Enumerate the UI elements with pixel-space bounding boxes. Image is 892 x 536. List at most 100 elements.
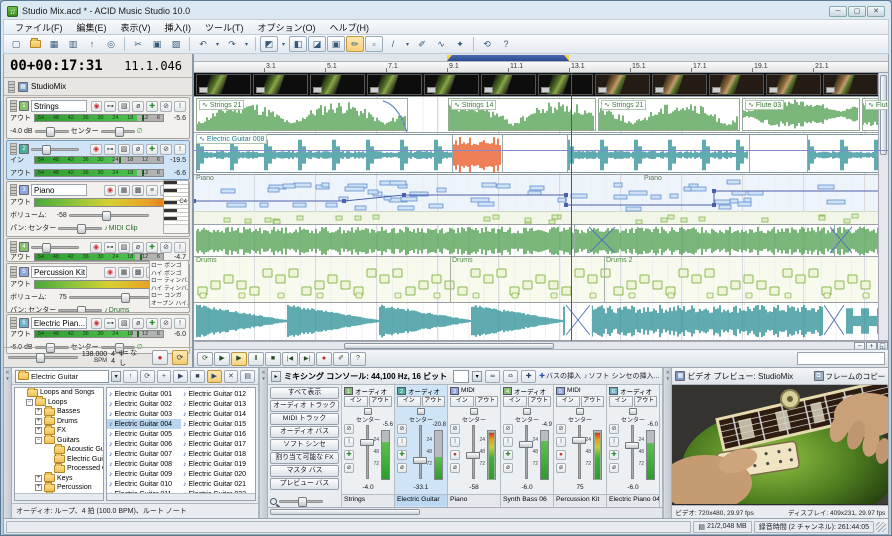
tree-scrollbar[interactable]: [15, 493, 103, 500]
views-button[interactable]: ▤: [240, 370, 255, 383]
pan-thumb[interactable]: [364, 408, 372, 415]
record-arm-icon[interactable]: ◉: [104, 185, 116, 196]
phase-icon[interactable]: ø: [609, 463, 619, 473]
scrub-tool-icon[interactable]: ✐: [333, 352, 349, 366]
vertical-scrollbar[interactable]: [878, 73, 888, 340]
solo-icon[interactable]: !: [344, 437, 354, 447]
file-item[interactable]: ♪Electric Guitar 008: [107, 459, 181, 469]
track-grip-icon[interactable]: [10, 317, 17, 329]
dock-strip[interactable]: ✕▾: [4, 368, 12, 518]
track-fader[interactable]: [31, 246, 79, 249]
tree-item[interactable]: +Drums: [15, 417, 103, 427]
interactive-tutorials-icon[interactable]: ⟲: [478, 36, 496, 52]
line-tool-icon[interactable]: /: [384, 36, 402, 52]
stop-preview-button[interactable]: ■: [190, 370, 205, 383]
expand-icon[interactable]: +: [35, 475, 42, 482]
dim-output-icon[interactable]: ≏: [503, 370, 518, 383]
time-display[interactable]: 00+00:17:31 11.1.046: [4, 54, 192, 78]
slider-thumb[interactable]: [102, 211, 111, 221]
record-arm-icon[interactable]: ◉: [91, 318, 103, 329]
input-device-icon[interactable]: ⊶: [104, 144, 116, 155]
time-ruler[interactable]: 3.15.17.19.111.113.115.117.119.121.1: [194, 62, 888, 73]
redo-icon[interactable]: ↷: [223, 36, 241, 52]
solo-icon[interactable]: !: [174, 101, 186, 112]
mute-icon[interactable]: ⊘: [160, 144, 172, 155]
track-grip-icon[interactable]: [10, 184, 17, 196]
mute-icon[interactable]: ⊘: [609, 424, 619, 434]
audio-clip[interactable]: ∿Strings 21: [598, 98, 740, 131]
file-item[interactable]: ♪Electric Guitar 012: [181, 389, 255, 399]
event-list-icon[interactable]: ≡: [146, 185, 158, 196]
dock-strip[interactable]: ✕▾: [260, 368, 268, 518]
copy-frame-button[interactable]: ⧉ フレームのコピー: [814, 371, 886, 382]
fx-send-icon[interactable]: ✚: [344, 450, 354, 460]
close-button[interactable]: ✕: [867, 6, 885, 17]
start-preview-button[interactable]: ▶: [173, 370, 188, 383]
audio-clip[interactable]: [196, 134, 882, 173]
up-folder-button[interactable]: ↑: [123, 370, 138, 383]
mixer-scrollbar[interactable]: [268, 507, 662, 518]
mixer-strip-6[interactable]: 6オーディオインアウトセンター⊘!✚ø244872-6.0-6.0Electri…: [607, 385, 660, 507]
combobox-dropdown-button[interactable]: ▾: [111, 371, 121, 382]
play-from-start-button[interactable]: ▶: [214, 352, 230, 366]
pan-thumb[interactable]: [417, 408, 425, 415]
phase-icon[interactable]: ø: [556, 463, 566, 473]
solo-icon[interactable]: !: [556, 437, 566, 447]
tree-item[interactable]: −Loops: [15, 398, 103, 408]
file-item[interactable]: ♪Electric Guitar 021: [181, 479, 255, 489]
selection-tool-icon[interactable]: ◩: [260, 36, 278, 52]
mixer-view-button-7[interactable]: プレビュー バス: [270, 478, 339, 490]
extract-audio-icon[interactable]: ◎: [102, 36, 120, 52]
input-device-icon[interactable]: ⊶: [104, 318, 116, 329]
play-button[interactable]: ▶: [231, 352, 247, 366]
envelope-tool-icon[interactable]: ◪: [308, 36, 326, 52]
track-header-2[interactable]: 2◉⊶▧ø✚⊘!イン54484236302418126-19.5アウト54484…: [6, 140, 190, 180]
menu-item-1[interactable]: 編集(E): [70, 21, 114, 34]
mute-icon[interactable]: ⊘: [160, 318, 172, 329]
menu-item-3[interactable]: 挿入(I): [158, 21, 199, 34]
pan-slider[interactable]: [101, 130, 135, 133]
file-item[interactable]: ♪Electric Guitar 007: [107, 449, 181, 459]
line-dropdown-icon[interactable]: ▾: [403, 36, 412, 52]
file-item[interactable]: ♪Electric Guitar 005: [107, 429, 181, 439]
track-name-field[interactable]: Electric Pian...: [31, 317, 87, 329]
slider-thumb[interactable]: [46, 127, 55, 137]
solo-icon[interactable]: !: [450, 437, 460, 447]
track-fx-icon[interactable]: ▧: [118, 144, 130, 155]
record-arm-icon[interactable]: ◉: [104, 267, 116, 278]
mixer-view-button-0[interactable]: すべて表示: [270, 387, 339, 399]
expand-icon[interactable]: +: [35, 418, 42, 425]
out-tab[interactable]: アウト: [369, 396, 393, 407]
collapse-icon[interactable]: −: [35, 437, 42, 444]
file-item[interactable]: ♪Electric Guitar 018: [181, 449, 255, 459]
redo-dropdown-icon[interactable]: ▾: [242, 36, 251, 52]
vscroll-thumb[interactable]: [880, 75, 887, 155]
mixer-strip-4[interactable]: 4オーディオインアウトセンター⊘!✚ø244872-4.9-6.0Synth B…: [501, 385, 554, 507]
slider-thumb[interactable]: [42, 145, 51, 155]
file-item[interactable]: ♪Electric Guitar 003: [107, 409, 181, 419]
fader-knob[interactable]: [413, 457, 427, 464]
piano-roll-icon[interactable]: ▦: [118, 185, 130, 196]
out-tab[interactable]: アウト: [581, 396, 605, 407]
piano-roll-icon[interactable]: ▦: [118, 267, 130, 278]
solo-icon[interactable]: !: [503, 437, 513, 447]
fx-send-icon[interactable]: ✚: [397, 450, 407, 460]
mixer-view-button-6[interactable]: マスタ バス: [270, 465, 339, 477]
menu-item-2[interactable]: 表示(V): [114, 21, 158, 34]
draw-tool-icon[interactable]: ✏: [346, 36, 364, 52]
phase-icon[interactable]: ø: [132, 318, 144, 329]
track-fx-icon[interactable]: ▧: [118, 101, 130, 112]
slider-thumb[interactable]: [77, 306, 86, 314]
in-tab[interactable]: イン: [609, 396, 633, 407]
help-tool-icon[interactable]: ?: [350, 352, 366, 366]
whats-this-help-icon[interactable]: ?: [497, 36, 515, 52]
volume-fader[interactable]: [69, 214, 149, 217]
piano-keys-gutter[interactable]: C4: [163, 180, 189, 234]
strings-lane[interactable]: ∿Strings 21∿Strings 14∿Strings 21∿Flute …: [194, 97, 888, 133]
record-arm-icon[interactable]: ●: [450, 450, 460, 460]
slider-thumb[interactable]: [42, 243, 51, 253]
mixer-strip-5[interactable]: 5MIDIインアウトセンター⊘!●ø24487275Percussion Kit: [554, 385, 607, 507]
expand-icon[interactable]: +: [35, 484, 42, 491]
tree-item[interactable]: +Keys: [15, 474, 103, 484]
in-tab[interactable]: イン: [556, 396, 580, 407]
